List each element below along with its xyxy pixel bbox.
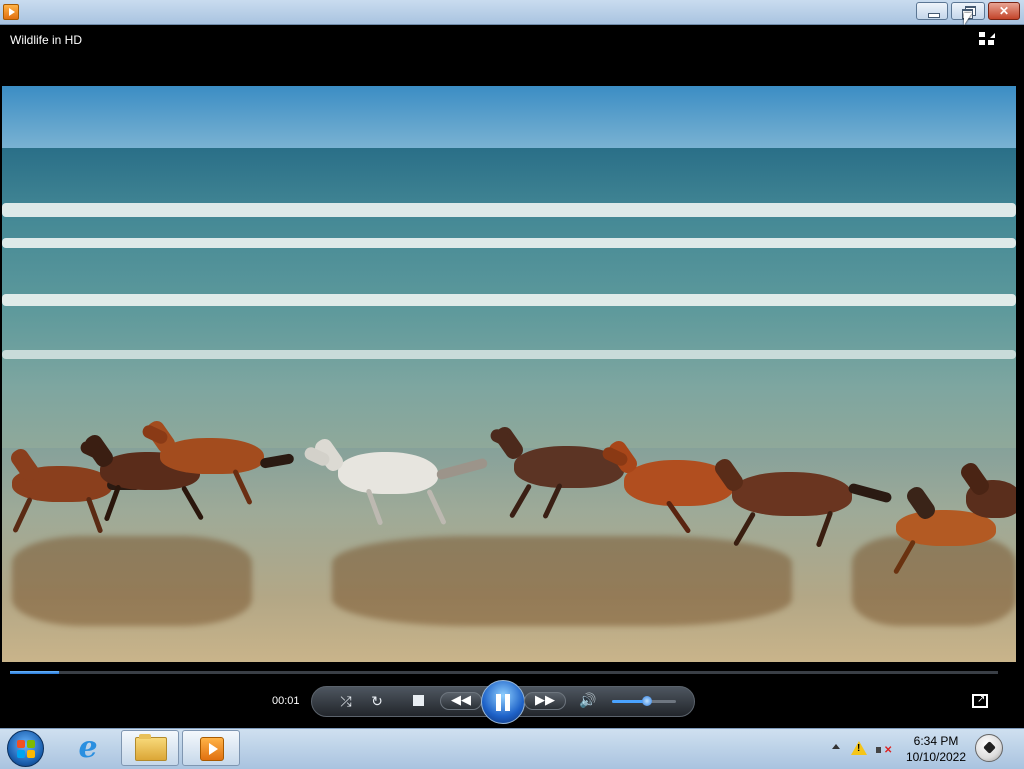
previous-button[interactable]: ◀◀	[440, 692, 482, 710]
horse	[702, 455, 902, 568]
show-desktop-button[interactable]	[972, 730, 1008, 766]
internet-explorer-icon: e	[78, 730, 98, 765]
start-button[interactable]	[7, 730, 44, 767]
minimize-button[interactable]	[916, 2, 948, 20]
video-frame[interactable]	[2, 86, 1016, 662]
seek-bar[interactable]	[10, 671, 998, 674]
windows-explorer-icon	[135, 734, 167, 761]
video-wave	[2, 203, 1016, 217]
switch-to-library-button[interactable]	[979, 32, 997, 48]
mute-button[interactable]: 🔊	[578, 690, 598, 710]
video-sky	[2, 86, 1016, 148]
close-icon: ✕	[998, 4, 1010, 18]
taskbar-internet-explorer[interactable]: e	[60, 730, 118, 766]
mouse-cursor	[964, 13, 972, 25]
taskbar-windows-explorer[interactable]	[121, 730, 179, 766]
clock-date: 10/10/2022	[905, 750, 967, 764]
video-wave	[2, 350, 1016, 359]
soccer-ball-icon	[975, 734, 1003, 762]
fullscreen-icon: ↗	[977, 694, 986, 705]
pause-button[interactable]	[481, 680, 525, 724]
system-clock[interactable]: 6:34 PM 10/10/2022	[900, 733, 972, 765]
horse	[140, 417, 300, 518]
previous-icon: ◀◀	[451, 692, 471, 707]
seek-progress	[10, 671, 60, 674]
minimize-icon	[917, 3, 947, 19]
stop-button[interactable]	[409, 691, 427, 711]
volume-slider[interactable]	[612, 696, 676, 706]
windows-logo-icon	[8, 731, 35, 758]
video-reflection	[12, 536, 252, 626]
clock-time: 6:34 PM	[913, 734, 959, 748]
shuffle-button[interactable]: ⤮	[336, 691, 356, 711]
repeat-icon: ↻	[371, 693, 383, 709]
taskbar-windows-media-player[interactable]	[182, 730, 240, 766]
action-center-warning-icon[interactable]	[851, 741, 867, 755]
next-button[interactable]: ▶▶	[524, 692, 566, 710]
volume-icon: 🔊	[579, 692, 597, 708]
video-wave	[2, 238, 1016, 248]
elapsed-time: 00:01	[272, 695, 300, 707]
windows-media-player-icon[interactable]	[3, 4, 19, 20]
next-icon: ▶▶	[535, 692, 555, 707]
horse	[302, 435, 492, 538]
video-wave	[2, 294, 1016, 306]
close-button[interactable]: ✕	[988, 2, 1020, 20]
repeat-button[interactable]: ↻	[367, 691, 387, 711]
stop-icon	[412, 695, 424, 706]
title-bar: ✕	[0, 0, 1024, 25]
shuffle-icon: ⤮	[340, 693, 352, 709]
show-hidden-icons-arrow[interactable]	[832, 744, 840, 749]
windows-media-player-icon	[200, 737, 224, 761]
volume-muted-icon[interactable]	[876, 743, 892, 757]
video-title: Wildlife in HD	[10, 33, 83, 47]
horse	[957, 459, 1016, 552]
fullscreen-button[interactable]: ↗	[972, 694, 988, 708]
